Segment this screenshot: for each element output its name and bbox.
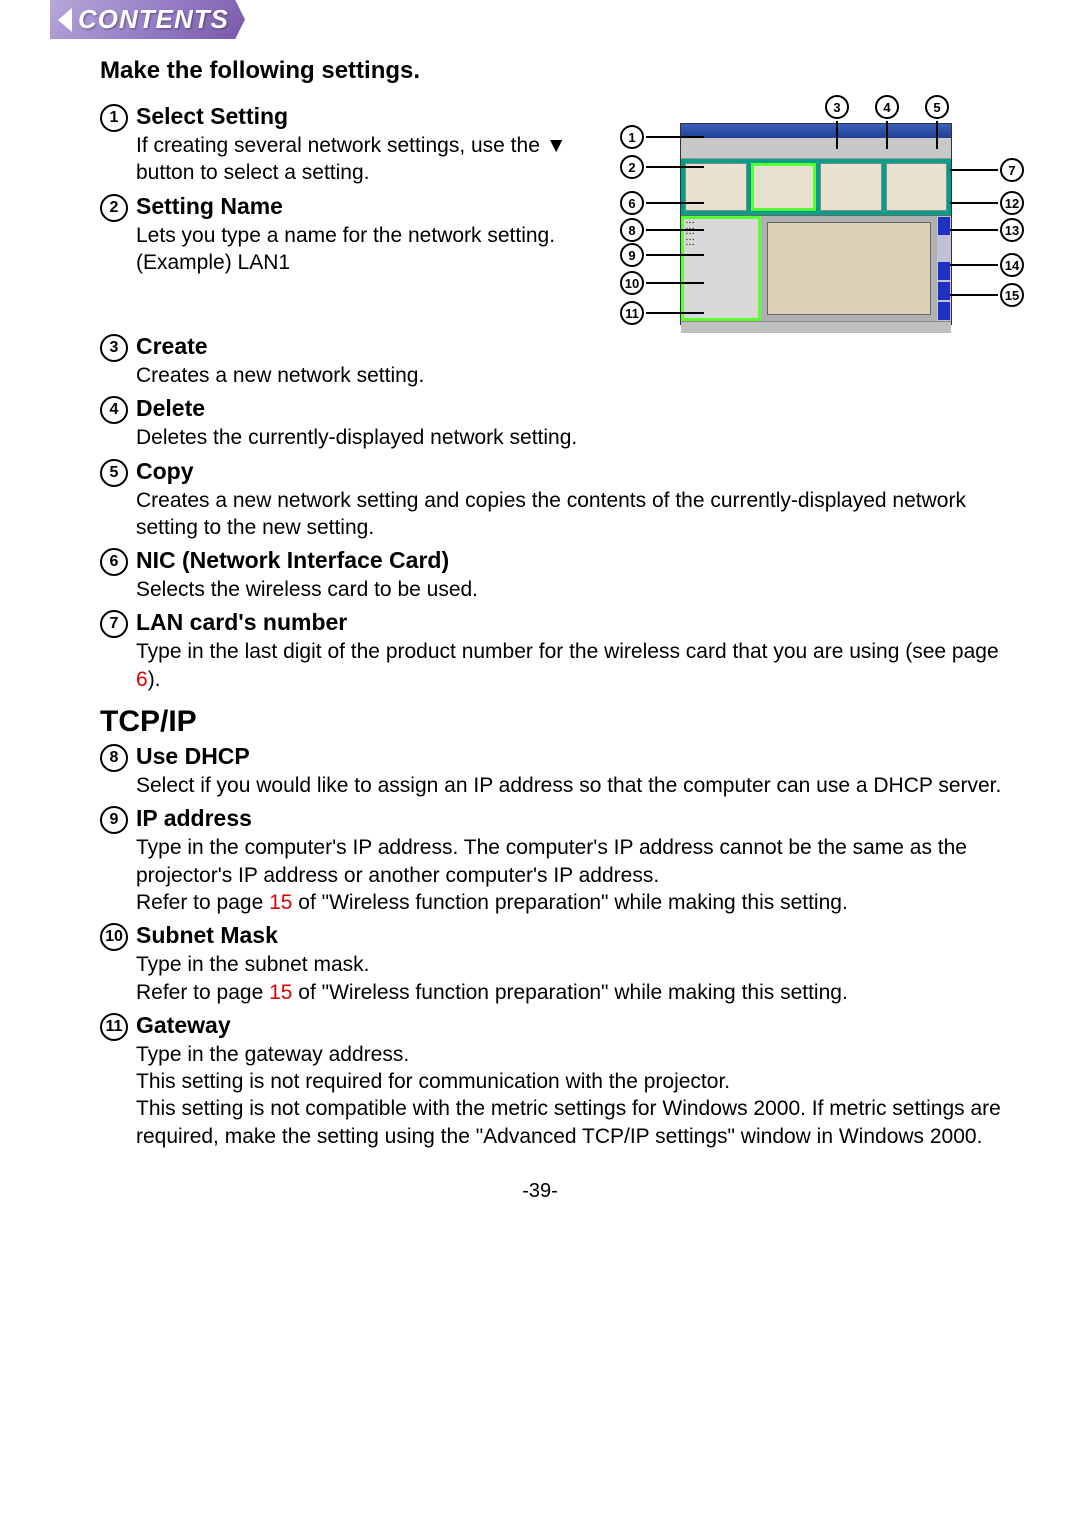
manual-page: CONTENTS Make the following settings. 1 … bbox=[0, 0, 1080, 1233]
contents-banner[interactable]: CONTENTS bbox=[50, 0, 245, 39]
badge-2: 2 bbox=[100, 194, 128, 222]
item-9: 9 IP address Type in the computer's IP a… bbox=[100, 805, 1030, 916]
item-10-desc: Type in the subnet mask. Refer to page 1… bbox=[136, 951, 1030, 1006]
callout-10: 10 bbox=[620, 271, 704, 295]
item-10-title: Subnet Mask bbox=[136, 922, 1030, 949]
item-1-title: Select Setting bbox=[136, 103, 600, 130]
page-link-6[interactable]: 6 bbox=[136, 668, 148, 691]
item-4: 4 Delete Deletes the currently-displayed… bbox=[100, 395, 1030, 451]
item-4-title: Delete bbox=[136, 395, 1030, 422]
back-triangle-icon bbox=[58, 8, 72, 32]
annotated-screenshot: ▪ ▪ ▪▪ ▪ ▪▪ ▪ ▪▪ ▪ ▪▪ ▪ ▪ 3 4 5 1 2 6 8 … bbox=[610, 103, 1030, 333]
item-8: 8 Use DHCP Select if you would like to a… bbox=[100, 743, 1030, 799]
figure-column: ▪ ▪ ▪▪ ▪ ▪▪ ▪ ▪▪ ▪ ▪▪ ▪ ▪ 3 4 5 1 2 6 8 … bbox=[610, 103, 1030, 333]
intro-heading: Make the following settings. bbox=[100, 57, 1030, 85]
callout-3: 3 bbox=[825, 95, 849, 149]
callout-2: 2 bbox=[620, 155, 704, 179]
page-link-15a[interactable]: 15 bbox=[269, 891, 292, 914]
item-7: 7 LAN card's number Type in the last dig… bbox=[100, 609, 1030, 693]
item-4-desc: Deletes the currently-displayed network … bbox=[136, 424, 1030, 451]
item-9-desc: Type in the computer's IP address. The c… bbox=[136, 834, 1030, 916]
item-3: 3 Create Creates a new network setting. bbox=[100, 333, 1030, 389]
item-2-title: Setting Name bbox=[136, 193, 600, 220]
item-7-desc: Type in the last digit of the product nu… bbox=[136, 638, 1030, 693]
badge-11: 11 bbox=[100, 1013, 128, 1041]
callout-15: 15 bbox=[950, 283, 1024, 307]
item-11: 11 Gateway Type in the gateway address. … bbox=[100, 1012, 1030, 1150]
items-full: 3 Create Creates a new network setting. … bbox=[100, 333, 1030, 693]
item-6: 6 NIC (Network Interface Card) Selects t… bbox=[100, 547, 1030, 603]
item-3-title: Create bbox=[136, 333, 1030, 360]
item-2-desc: Lets you type a name for the network set… bbox=[136, 222, 600, 277]
callout-4: 4 bbox=[875, 95, 899, 149]
callout-8: 8 bbox=[620, 218, 704, 242]
callout-14: 14 bbox=[950, 253, 1024, 277]
item-8-desc: Select if you would like to assign an IP… bbox=[136, 772, 1030, 799]
item-5: 5 Copy Creates a new network setting and… bbox=[100, 458, 1030, 542]
screenshot-thumb: ▪ ▪ ▪▪ ▪ ▪▪ ▪ ▪▪ ▪ ▪▪ ▪ ▪ bbox=[680, 123, 952, 325]
item-1: 1 Select Setting If creating several net… bbox=[100, 103, 600, 187]
badge-6: 6 bbox=[100, 548, 128, 576]
item-8-title: Use DHCP bbox=[136, 743, 1030, 770]
page-number: -39- bbox=[50, 1180, 1030, 1203]
badge-10: 10 bbox=[100, 923, 128, 951]
item-6-title: NIC (Network Interface Card) bbox=[136, 547, 1030, 574]
callout-13: 13 bbox=[950, 218, 1024, 242]
badge-5: 5 bbox=[100, 459, 128, 487]
badge-3: 3 bbox=[100, 334, 128, 362]
callout-6: 6 bbox=[620, 191, 704, 215]
callout-1: 1 bbox=[620, 125, 704, 149]
item-1-desc: If creating several network settings, us… bbox=[136, 132, 600, 187]
item-11-desc: Type in the gateway address. This settin… bbox=[136, 1041, 1030, 1150]
item-5-desc: Creates a new network setting and copies… bbox=[136, 487, 1030, 542]
page-link-15b[interactable]: 15 bbox=[269, 981, 292, 1004]
callout-12: 12 bbox=[950, 191, 1024, 215]
item-2: 2 Setting Name Lets you type a name for … bbox=[100, 193, 600, 277]
callout-11: 11 bbox=[620, 301, 704, 325]
items-tcpip: 8 Use DHCP Select if you would like to a… bbox=[100, 743, 1030, 1150]
item-9-title: IP address bbox=[136, 805, 1030, 832]
item-6-desc: Selects the wireless card to be used. bbox=[136, 576, 1030, 603]
badge-8: 8 bbox=[100, 744, 128, 772]
item-10: 10 Subnet Mask Type in the subnet mask. … bbox=[100, 922, 1030, 1006]
item-3-desc: Creates a new network setting. bbox=[136, 362, 1030, 389]
tcpip-heading: TCP/IP bbox=[100, 705, 1030, 739]
badge-9: 9 bbox=[100, 806, 128, 834]
callout-7: 7 bbox=[950, 158, 1024, 182]
badge-1: 1 bbox=[100, 104, 128, 132]
callout-5: 5 bbox=[925, 95, 949, 149]
items-left: 1 Select Setting If creating several net… bbox=[100, 103, 600, 282]
item-7-title: LAN card's number bbox=[136, 609, 1030, 636]
item-11-title: Gateway bbox=[136, 1012, 1030, 1039]
contents-label: CONTENTS bbox=[78, 4, 229, 35]
item-5-title: Copy bbox=[136, 458, 1030, 485]
top-row: 1 Select Setting If creating several net… bbox=[100, 103, 1030, 333]
badge-4: 4 bbox=[100, 396, 128, 424]
badge-7: 7 bbox=[100, 610, 128, 638]
callout-9: 9 bbox=[620, 243, 704, 267]
